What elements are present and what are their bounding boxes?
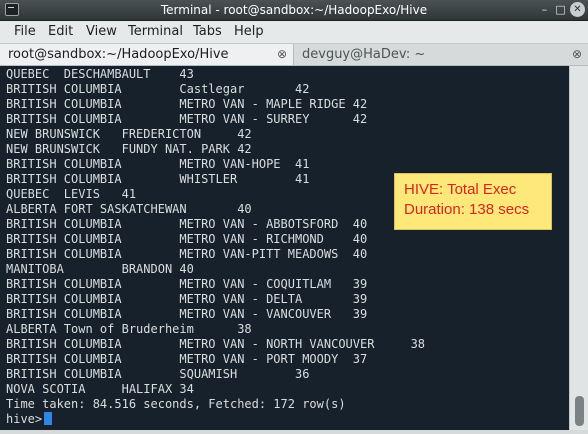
terminal-output[interactable]: QUEBEC DESCHAMBAULT 43 BRITISH COLUMBIA … bbox=[0, 66, 569, 430]
output-line: BRITISH COLUMBIA METRO VAN - NORTH VANCO… bbox=[6, 337, 426, 351]
annotation-line-2: Duration: 138 secs bbox=[404, 201, 530, 218]
menu-bar: File Edit View Terminal Tabs Help bbox=[0, 21, 588, 44]
output-line: BRITISH COLUMBIA METRO VAN - MAPLE RIDGE… bbox=[6, 97, 368, 111]
time-taken-line: Time taken: 84.516 seconds, Fetched: 172… bbox=[6, 397, 346, 411]
hive-prompt: hive> bbox=[6, 412, 43, 426]
tab-close-icon[interactable]: ⊗ bbox=[277, 45, 287, 64]
output-line: NOVA SCOTIA HALIFAX 34 bbox=[6, 382, 194, 396]
menu-help[interactable]: Help bbox=[234, 23, 264, 41]
duration-annotation: HIVE: Total Exec Duration: 138 secs bbox=[394, 173, 552, 230]
annotation-line-1: HIVE: Total Exec bbox=[404, 181, 517, 198]
output-line: BRITISH COLUMBIA METRO VAN - DELTA 39 bbox=[6, 292, 368, 306]
output-line: NEW BRUNSWICK FUNDY NAT. PARK 42 bbox=[6, 142, 252, 156]
output-line: BRITISH COLUMBIA METRO VAN - PORT MOODY … bbox=[6, 352, 368, 366]
minimize-button[interactable]: – bbox=[537, 2, 552, 17]
output-line: ALBERTA FORT SASKATCHEWAN 40 bbox=[6, 202, 252, 216]
output-line: BRITISH COLUMBIA METRO VAN - RICHMOND 40 bbox=[6, 232, 368, 246]
window-bottom-border bbox=[0, 430, 588, 434]
close-button[interactable]: ✕ bbox=[570, 2, 585, 17]
menu-file[interactable]: File bbox=[14, 23, 36, 41]
tab-label: devguy@HaDev: ~ bbox=[302, 47, 426, 62]
menu-view[interactable]: View bbox=[86, 23, 117, 41]
prompt-line[interactable]: hive> bbox=[6, 412, 53, 427]
output-line: BRITISH COLUMBIA METRO VAN - COQUITLAM 3… bbox=[6, 277, 368, 291]
output-line: BRITISH COLUMBIA Castlegar 42 bbox=[6, 82, 310, 96]
output-line: NEW BRUNSWICK FREDERICTON 42 bbox=[6, 127, 252, 141]
output-line: BRITISH COLUMBIA WHISTLER 41 bbox=[6, 172, 310, 186]
tab-devguy-hadev[interactable]: devguy@HaDev: ~ ⊗ bbox=[294, 44, 588, 65]
output-line: BRITISH COLUMBIA METRO VAN-PITT MEADOWS … bbox=[6, 247, 368, 261]
tab-label: root@sandbox:~/HadoopExo/Hive bbox=[8, 47, 229, 62]
maximize-button[interactable]: □ bbox=[553, 2, 568, 17]
title-bar[interactable]: Terminal - root@sandbox:~/HadoopExo/Hive… bbox=[0, 0, 588, 21]
output-line: BRITISH COLUMBIA METRO VAN-HOPE 41 bbox=[6, 157, 310, 171]
output-line: MANITOBA BRANDON 40 bbox=[6, 262, 194, 276]
menu-tabs[interactable]: Tabs bbox=[193, 23, 222, 41]
window-title: Terminal - root@sandbox:~/HadoopExo/Hive bbox=[160, 3, 428, 17]
vertical-scrollbar[interactable] bbox=[569, 66, 588, 430]
menu-edit[interactable]: Edit bbox=[48, 23, 73, 41]
output-line: QUEBEC DESCHAMBAULT 43 bbox=[6, 67, 194, 81]
output-line: QUEBEC LEVIS 41 bbox=[6, 187, 137, 201]
menu-terminal[interactable]: Terminal bbox=[128, 23, 183, 41]
scrollbar-thumb[interactable] bbox=[575, 396, 584, 426]
output-line: BRITISH COLUMBIA METRO VAN - SURREY 42 bbox=[6, 112, 368, 126]
text-cursor bbox=[44, 412, 53, 425]
output-line: BRITISH COLUMBIA SQUAMISH 36 bbox=[6, 367, 310, 381]
tab-close-icon[interactable]: ⊗ bbox=[572, 45, 582, 64]
output-line: BRITISH COLUMBIA METRO VAN - ABBOTSFORD … bbox=[6, 217, 368, 231]
output-line: ALBERTA Town of Bruderheim 38 bbox=[6, 322, 252, 336]
output-line: BRITISH COLUMBIA METRO VAN - VANCOUVER 3… bbox=[6, 307, 368, 321]
tab-bar: root@sandbox:~/HadoopExo/Hive ⊗ devguy@H… bbox=[0, 44, 588, 66]
terminal-window: Terminal - root@sandbox:~/HadoopExo/Hive… bbox=[0, 0, 588, 434]
tab-root-sandbox[interactable]: root@sandbox:~/HadoopExo/Hive ⊗ bbox=[0, 44, 294, 65]
